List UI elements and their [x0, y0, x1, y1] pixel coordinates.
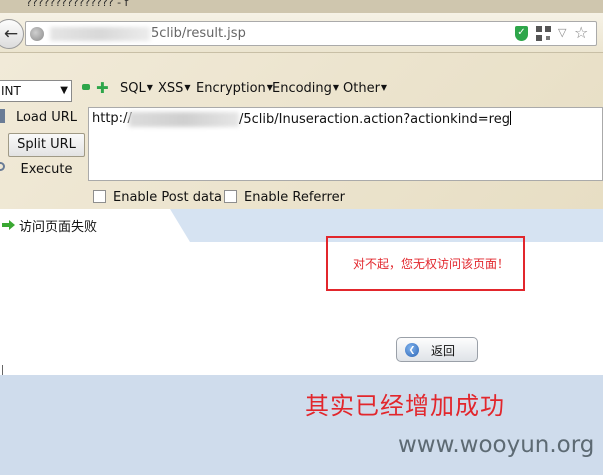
menu-encoding[interactable]: Encoding▼ [272, 81, 339, 96]
back-arrow-icon[interactable]: ← [0, 19, 24, 49]
navigation-bar: ← 5clib/result.jsp ✓ ▽ ☆ [0, 13, 603, 53]
hackbar-select[interactable]: INT ▼ [0, 80, 72, 102]
checkbox-label: Enable Referrer [244, 190, 345, 205]
page-content: 访问页面失败 对不起，您无权访问该页面！ ❮ 返回 其实已经增加成功 www.w… [0, 209, 603, 475]
menu-encryption[interactable]: Encryption▼ [196, 81, 273, 96]
qr-code-icon[interactable] [536, 26, 551, 41]
globe-icon [30, 27, 44, 41]
redacted-host [50, 27, 150, 41]
tab-title[interactable]: ??????????????? - f [26, 0, 128, 9]
menu-xss[interactable]: XSS▼ [158, 81, 191, 96]
shield-icon[interactable]: ✓ [515, 26, 528, 41]
menu-label: SQL [120, 81, 146, 96]
minus-icon[interactable] [82, 84, 90, 90]
back-button-label: 返回 [431, 344, 456, 358]
watermark: www.wooyun.org [398, 432, 595, 458]
execute-button[interactable]: Execute [8, 159, 85, 183]
error-message: 对不起，您无权访问该页面！ [353, 257, 510, 271]
menu-label: Other [343, 81, 380, 96]
checkbox-box[interactable] [93, 190, 106, 203]
load-url-icon [0, 109, 5, 123]
green-arrow-icon [2, 220, 15, 230]
execute-icon [0, 162, 5, 171]
plus-icon[interactable]: ✚ [96, 79, 109, 97]
checkbox-label: Enable Post data [113, 190, 223, 205]
select-value: INT [1, 84, 21, 98]
enable-post-checkbox[interactable]: Enable Post data [93, 190, 222, 205]
tab-strip: ??????????????? - f [0, 0, 603, 13]
star-icon[interactable]: ☆ [574, 23, 588, 42]
menu-sql[interactable]: SQL▼ [120, 81, 153, 96]
select-arrow-icon: ▼ [60, 85, 68, 96]
load-url-button[interactable]: Load URL [8, 107, 85, 131]
checkbox-box[interactable] [224, 190, 237, 203]
url-end-wrap: /5clib/Inuseraction.action?actionkind=re… [239, 111, 511, 127]
footer-band [0, 375, 603, 475]
split-url-button[interactable]: Split URL [8, 133, 85, 157]
menu-label: Encryption [196, 81, 266, 96]
text-cursor [510, 111, 511, 125]
menu-label: Encoding [272, 81, 332, 96]
menu-label: XSS [158, 81, 184, 96]
annotation-caption: 其实已经增加成功 [305, 392, 505, 420]
url-start: http:// [92, 111, 132, 126]
back-button[interactable]: ❮ 返回 [396, 337, 478, 362]
menu-other[interactable]: Other▼ [343, 81, 387, 96]
back-icon: ❮ [405, 343, 419, 357]
page-heading: 访问页面失败 [19, 220, 98, 235]
redacted-host [129, 112, 239, 127]
address-bar[interactable]: 5clib/result.jsp ✓ ▽ ☆ [25, 21, 597, 46]
url-textarea[interactable]: http:// /5clib/Inuseraction.action?actio… [88, 107, 603, 181]
left-marker [0, 365, 3, 375]
url-text[interactable]: 5clib/result.jsp [151, 26, 246, 41]
chevron-down-icon[interactable]: ▽ [558, 26, 566, 39]
hackbar-panel: INT ▼ ✚ SQL▼ XSS▼ Encryption▼ Encoding▼ … [0, 53, 603, 209]
url-end: /5clib/Inuseraction.action?actionkind=re… [239, 112, 510, 127]
enable-referrer-checkbox[interactable]: Enable Referrer [224, 190, 345, 205]
